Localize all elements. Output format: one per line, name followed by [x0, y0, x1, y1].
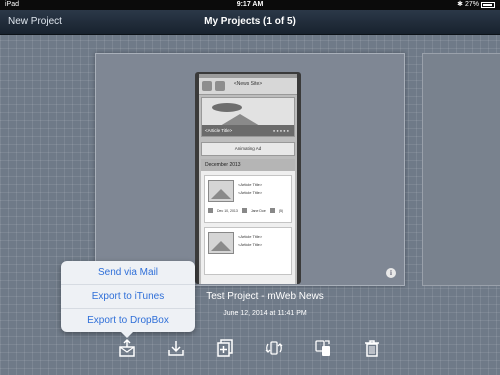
info-icon[interactable]: i — [386, 268, 396, 278]
mockup-body: <Article Title> ●●●●● Animating Ad Decem… — [199, 95, 297, 284]
section-header: December 2013 — [201, 159, 295, 171]
status-bar: iPad 9:17 AM ✱ 27% — [0, 0, 500, 10]
sync-icon[interactable] — [264, 338, 284, 358]
article-author: Jane Doe — [250, 208, 266, 213]
image-placeholder-icon — [208, 232, 234, 254]
image-placeholder-icon — [208, 180, 234, 202]
project-date: June 12, 2014 at 11:41 PM — [223, 310, 307, 317]
mockup-header: <News Site> — [199, 78, 297, 95]
image-placeholder-icon — [212, 103, 242, 112]
share-icon[interactable] — [117, 338, 137, 358]
article-card: <Article Title> <Article Title> Dec 10, … — [204, 175, 292, 223]
mockup-site-title: <News Site> — [233, 81, 263, 87]
mockup-ad: Animating Ad — [201, 142, 295, 156]
project-title: Test Project - mWeb News — [206, 291, 324, 302]
comment-icon — [269, 208, 275, 213]
download-icon[interactable] — [166, 338, 186, 358]
export-to-dropbox-option[interactable]: Export to DropBox — [61, 309, 195, 332]
bottom-toolbar — [0, 338, 500, 360]
article-line: <Article Title> — [238, 182, 263, 187]
article-comment-count: (5) — [278, 208, 284, 213]
navigation-bar: New Project My Projects (1 of 5) — [0, 10, 500, 35]
battery-icon — [481, 2, 495, 8]
article-line: <Article Title> — [238, 242, 263, 247]
article-meta: Dec 10, 2013 Jane Doe (5) — [208, 208, 290, 213]
trash-icon[interactable] — [362, 338, 382, 358]
mockup-news-section: December 2013 <Article Title> <Article T… — [201, 159, 295, 284]
status-right: ✱ 27% — [457, 0, 495, 10]
duplicate-icon[interactable] — [215, 338, 235, 358]
calendar-icon — [208, 208, 213, 213]
person-icon — [241, 208, 247, 213]
export-to-itunes-option[interactable]: Export to iTunes — [61, 285, 195, 309]
next-project-thumbnail[interactable] — [422, 53, 500, 286]
battery-percent: 27% — [464, 1, 479, 8]
preview-icon[interactable] — [313, 338, 333, 358]
article-line: <Article Title> — [238, 234, 263, 239]
phone-mockup: <News Site> <Article Title> ●●●●● Animat… — [195, 72, 301, 284]
article-line: <Article Title> — [238, 190, 263, 195]
mockup-banner: <Article Title> ●●●●● — [201, 97, 295, 137]
article-card: <Article Title> <Article Title> — [204, 227, 292, 275]
share-popover: Send via Mail Export to iTunes Export to… — [61, 261, 195, 338]
project-thumbnail[interactable]: <News Site> <Article Title> ●●●●● Animat… — [95, 53, 405, 286]
bluetooth-icon: ✱ — [457, 1, 463, 8]
send-via-mail-option[interactable]: Send via Mail — [61, 261, 195, 285]
clock: 9:17 AM — [236, 1, 264, 8]
page-title: My Projects (1 of 5) — [204, 16, 296, 27]
carousel-dots-icon: ●●●●● — [272, 128, 290, 133]
article-date: Dec 10, 2013 — [217, 208, 238, 213]
